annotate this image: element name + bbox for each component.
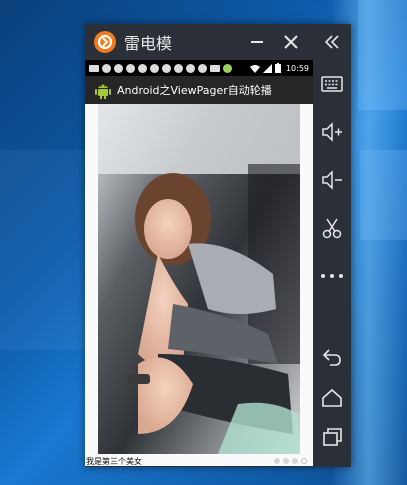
image-icon xyxy=(210,64,220,72)
status-time: 10:59 xyxy=(285,63,309,73)
volume-down-button[interactable] xyxy=(320,168,344,192)
title-bar: 雷电模 xyxy=(85,24,313,60)
keyboard-icon xyxy=(321,76,343,92)
page-dot-2[interactable] xyxy=(283,458,289,464)
collapse-icon xyxy=(324,35,339,49)
volume-up-icon xyxy=(322,122,342,142)
volume-down-icon xyxy=(322,170,342,190)
screenshot-button[interactable] xyxy=(320,216,344,240)
emulator-window: 雷电模 10:59 Android之ViewPager自动轮播 我是第三个美女 xyxy=(85,24,351,467)
more-icon xyxy=(321,274,343,278)
banner-photo xyxy=(98,104,300,454)
home-button[interactable] xyxy=(320,386,344,410)
scissors-icon xyxy=(322,218,342,239)
app-logo-icon xyxy=(94,31,116,53)
close-button[interactable] xyxy=(281,32,301,52)
android-screen: 10:59 Android之ViewPager自动轮播 我是第三个美女 xyxy=(85,60,313,466)
more-button[interactable] xyxy=(320,264,344,288)
recent-apps-button[interactable] xyxy=(320,425,344,449)
refresh-icon xyxy=(162,63,171,73)
refresh-icon xyxy=(150,63,159,73)
back-icon xyxy=(322,349,341,366)
image-view-pager[interactable] xyxy=(98,104,300,454)
desktop-windows-logo-lower xyxy=(360,150,407,240)
desktop-windows-logo xyxy=(358,0,407,110)
close-icon xyxy=(284,35,298,49)
recent-apps-icon xyxy=(323,428,342,446)
app-title: 雷电模 xyxy=(124,34,173,53)
minimize-icon xyxy=(251,41,263,43)
android-icon xyxy=(223,63,232,73)
app-content: 我是第三个美女 xyxy=(85,104,313,466)
usb-icon xyxy=(102,63,111,73)
volume-up-button[interactable] xyxy=(320,120,344,144)
play-icon xyxy=(114,63,123,73)
action-bar-title: Android之ViewPager自动轮播 xyxy=(117,84,272,97)
keyboard-button[interactable] xyxy=(320,72,344,96)
play-icon xyxy=(186,63,195,73)
wifi-icon xyxy=(249,64,260,73)
back-button[interactable] xyxy=(320,345,344,369)
android-icon xyxy=(95,84,111,99)
minimize-button[interactable] xyxy=(247,32,267,52)
battery-icon xyxy=(274,63,281,73)
pager-caption: 我是第三个美女 xyxy=(86,457,142,466)
status-bar: 10:59 xyxy=(85,60,313,76)
play-icon xyxy=(198,63,207,73)
desktop-window-pane xyxy=(0,150,85,350)
keyboard-icon xyxy=(89,64,99,72)
page-dot-4[interactable] xyxy=(301,458,307,464)
play-icon xyxy=(174,63,183,73)
system-icons: 10:59 xyxy=(249,63,309,73)
notification-icons xyxy=(89,63,250,73)
play-icon xyxy=(138,63,147,73)
emulator-sidebar xyxy=(313,24,351,467)
page-indicator xyxy=(274,458,307,464)
signal-icon xyxy=(262,63,272,73)
page-dot-1[interactable] xyxy=(274,458,280,464)
collapse-sidebar-button[interactable] xyxy=(320,30,344,54)
action-bar: Android之ViewPager自动轮播 xyxy=(85,76,313,104)
home-icon xyxy=(322,388,342,407)
page-dot-3[interactable] xyxy=(292,458,298,464)
play-icon xyxy=(126,63,135,73)
